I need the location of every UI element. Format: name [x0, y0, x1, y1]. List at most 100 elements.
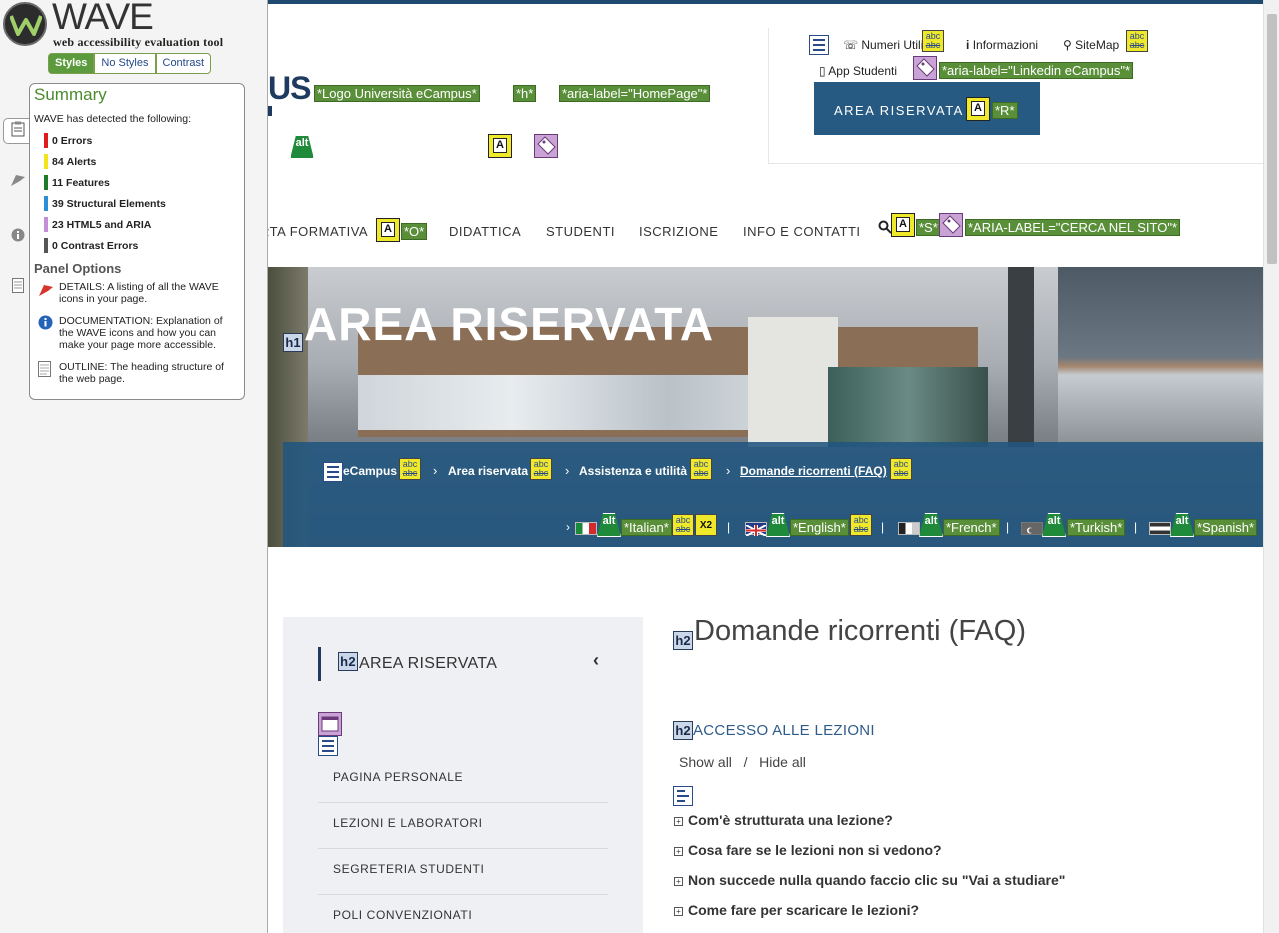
nav-didattica[interactable]: DIDATTICA	[449, 224, 521, 239]
faq-item[interactable]: + Non succede nulla quando faccio clic su…	[674, 872, 1065, 888]
faq-item[interactable]: + Com'è strutturata una lezione?	[674, 812, 893, 828]
nav-offerta-formativa[interactable]: RTA FORMATIVA	[268, 224, 368, 239]
clipboard-icon[interactable]	[9, 121, 27, 139]
summary-aria[interactable]: 23 HTML5 and ARIA	[44, 214, 166, 235]
alt-text-icon[interactable]: alt	[597, 513, 621, 537]
search-icon[interactable]	[878, 220, 892, 239]
hero-pillar	[748, 317, 838, 447]
link-sitemap[interactable]: ⚲ SiteMap	[1063, 38, 1119, 52]
alt-text-icon[interactable]: alt	[919, 513, 943, 537]
html5-nav-icon[interactable]	[318, 712, 342, 736]
summary-alerts[interactable]: 84 Alerts	[44, 151, 166, 172]
aria-tag-icon[interactable]	[939, 213, 963, 237]
breadcrumb-ecampus[interactable]: eCampus	[343, 464, 397, 478]
abc-icon[interactable]: abc abc	[690, 458, 712, 480]
alerts-label: Alerts	[66, 155, 97, 168]
flag-icon[interactable]	[9, 173, 27, 191]
faq-item[interactable]: + Cosa fare se le lezioni non si vedono?	[674, 842, 942, 858]
site-logo-fragment[interactable]: US	[268, 70, 311, 107]
lang-english[interactable]: *English*	[790, 519, 849, 536]
redundant-x2-icon[interactable]: X2	[695, 514, 717, 536]
alt-text-icon[interactable]: alt	[1042, 513, 1066, 537]
sidebar-item-poli[interactable]: POLI CONVENZIONATI	[318, 895, 608, 933]
document-icon[interactable]	[9, 278, 27, 296]
summary-features[interactable]: 11 Features	[44, 172, 166, 193]
info-icon[interactable]	[9, 228, 27, 246]
accesskey-icon[interactable]: A	[891, 213, 915, 237]
abc-icon[interactable]: abc abc	[850, 514, 872, 536]
lang-italian[interactable]: *Italian*	[621, 519, 672, 536]
alt-text-icon[interactable]: alt	[290, 135, 314, 159]
show-all-link[interactable]: Show all	[679, 754, 732, 770]
list-icon[interactable]	[318, 736, 338, 756]
list-icon[interactable]	[323, 462, 343, 482]
option-details[interactable]: DETAILS: A listing of all the WAVE icons…	[38, 281, 238, 309]
lang-french[interactable]: *French*	[943, 519, 1000, 536]
faq-item[interactable]: + Come fare per scaricare le lezioni?	[674, 902, 919, 918]
outline-document-icon	[38, 361, 54, 377]
phone-icon: ☏	[843, 38, 859, 52]
accesskey-icon[interactable]: A	[376, 218, 400, 242]
sidebar-item-lezioni[interactable]: LEZIONI E LABORATORI	[318, 803, 608, 849]
language-separator: |	[881, 520, 885, 534]
linkedin-annotation: *aria-label="Linkedin eCampus"*	[939, 62, 1134, 79]
tab-no-styles[interactable]: No Styles	[94, 53, 156, 74]
option-documentation[interactable]: DOCUMENTATION: Explanation of the WAVE i…	[38, 315, 238, 355]
h2-icon[interactable]: h2	[673, 721, 693, 740]
breadcrumb-area-riservata[interactable]: Area riservata	[448, 464, 528, 478]
faq-question: Come fare per scaricare le lezioni?	[688, 902, 920, 918]
lang-turkish[interactable]: *Turkish*	[1067, 519, 1126, 536]
alt-text-icon[interactable]: alt	[766, 513, 790, 537]
tab-contrast[interactable]: Contrast	[155, 53, 212, 74]
nav-iscrizione[interactable]: ISCRIZIONE	[639, 224, 718, 239]
abc-icon[interactable]: abc abc	[922, 30, 944, 52]
accesskey-icon[interactable]: A	[966, 97, 990, 121]
accesskey-letter: A	[493, 138, 507, 153]
breadcrumb-assistenza[interactable]: Assistenza e utilità	[579, 464, 687, 478]
aria-tag-icon[interactable]	[913, 56, 937, 80]
lang-spanish[interactable]: *Spanish*	[1194, 519, 1258, 536]
link-numeri-utili[interactable]: ☏ Numeri Utili	[843, 38, 923, 52]
h2-icon[interactable]: h2	[338, 652, 358, 671]
nav-info-contatti[interactable]: INFO E CONTATTI	[743, 224, 861, 239]
scrollbar-thumb[interactable]	[1267, 14, 1277, 264]
h2-icon[interactable]: h2	[673, 631, 693, 650]
link-informazioni[interactable]: i Informazioni	[966, 38, 1038, 52]
list-icon[interactable]	[809, 35, 829, 55]
sidebar-nav-title[interactable]: h2 AREA RISERVATA	[318, 647, 497, 681]
summary-structural[interactable]: 39 Structural Elements	[44, 193, 166, 214]
alt-text-icon[interactable]: alt	[1170, 513, 1194, 537]
language-separator: |	[727, 520, 731, 534]
h1-icon[interactable]: h1	[283, 333, 303, 352]
nav-studenti[interactable]: STUDENTI	[546, 224, 615, 239]
abc-icon[interactable]: abc abc	[1126, 30, 1148, 52]
accesskey-letter: A	[381, 222, 395, 237]
hide-all-link[interactable]: Hide all	[759, 754, 806, 770]
aria-tag-icon[interactable]	[534, 134, 558, 158]
breadcrumb-current-faq[interactable]: Domande ricorrenti (FAQ)	[740, 464, 887, 478]
summary-errors[interactable]: 0 Errors	[44, 130, 166, 151]
link-app-studenti[interactable]: ▯ App Studenti	[819, 64, 897, 78]
language-separator: |	[1006, 520, 1010, 534]
abc-icon[interactable]: abc abc	[890, 458, 912, 480]
abc-icon[interactable]: abc abc	[672, 514, 694, 536]
option-outline[interactable]: OUTLINE: The heading structure of the we…	[38, 361, 238, 389]
sidebar-item-segreteria[interactable]: SEGRETERIA STUDENTI	[318, 849, 608, 895]
abc-bottom: abc	[693, 468, 709, 478]
definition-list-icon[interactable]	[673, 786, 693, 806]
errors-label: Errors	[60, 134, 93, 147]
abc-bottom: abc	[853, 524, 869, 534]
chevron-right-icon: ›	[726, 463, 731, 478]
content-title: Domande ricorrenti (FAQ)	[694, 615, 1026, 647]
chevron-left-icon[interactable]: ‹	[593, 650, 599, 671]
tab-styles[interactable]: Styles	[48, 53, 95, 74]
page-scrollbar[interactable]	[1263, 0, 1279, 933]
abc-icon[interactable]: abc abc	[399, 458, 421, 480]
summary-contrast[interactable]: 0 Contrast Errors	[44, 235, 166, 256]
abc-bottom: abc	[533, 468, 549, 478]
plus-icon: +	[674, 907, 683, 916]
abc-icon[interactable]: abc abc	[530, 458, 552, 480]
sidebar-item-pagina-personale[interactable]: PAGINA PERSONALE	[318, 757, 608, 803]
accesskey-icon[interactable]: A	[488, 134, 512, 158]
o-annotation: *O*	[401, 223, 428, 240]
